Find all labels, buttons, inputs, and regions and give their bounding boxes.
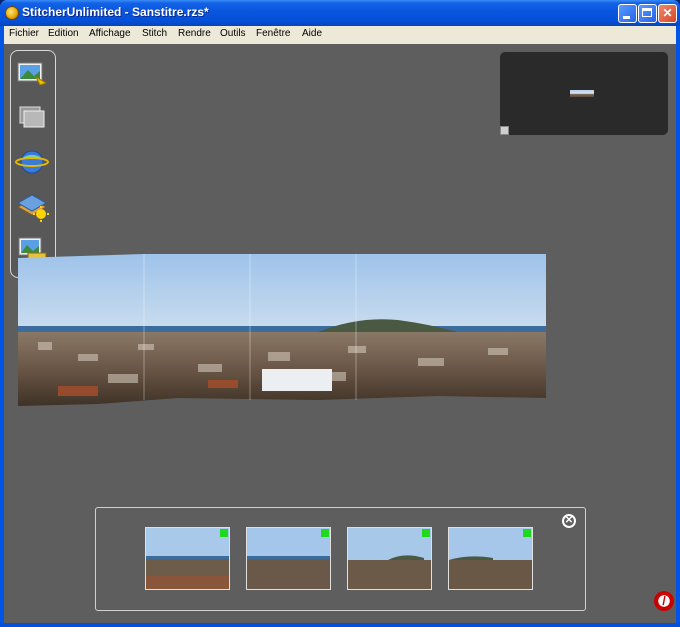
close-button[interactable]: ✕ [658, 4, 677, 23]
thumb-image [146, 528, 229, 589]
window-frame [0, 623, 680, 627]
app-window: StitcherUnlimited - Sanstitre.rzs* ✕ Fic… [0, 0, 680, 627]
panorama-image [18, 254, 546, 406]
source-images-strip: ✕ [95, 507, 586, 611]
layers-sun-icon [16, 194, 49, 222]
menu-aide[interactable]: Aide [302, 28, 322, 39]
thumb-image [449, 528, 532, 589]
add-images-icon [17, 62, 48, 86]
menu-stitch[interactable]: Stitch [142, 28, 167, 39]
thumb-image [247, 528, 330, 589]
stack-button[interactable] [14, 101, 50, 135]
menu-fenetre[interactable]: Fenêtre [256, 28, 290, 39]
source-thumb-2[interactable] [246, 527, 331, 590]
menu-edition[interactable]: Edition [48, 28, 79, 39]
thumb-image [348, 528, 431, 589]
projection-button[interactable] [14, 145, 50, 179]
source-thumb-4[interactable] [448, 527, 533, 590]
maximize-button[interactable] [638, 4, 657, 23]
menu-affichage[interactable]: Affichage [89, 28, 131, 39]
close-icon: ✕ [662, 6, 673, 20]
menu-fichier[interactable]: Fichier [9, 28, 39, 39]
close-strip-icon[interactable]: ✕ [562, 514, 576, 528]
navigator-resize-icon[interactable] [500, 126, 509, 135]
status-ok-icon [523, 529, 531, 537]
stack-icon [19, 106, 45, 128]
navigator-thumbnail[interactable] [570, 90, 594, 97]
globe-icon [15, 150, 49, 174]
menu-bar: Fichier Edition Affichage Stitch Rendre … [4, 26, 676, 44]
no-sync-icon[interactable]: / [654, 591, 674, 611]
app-logo-icon [5, 6, 19, 20]
stitched-panorama[interactable] [18, 254, 546, 410]
status-ok-icon [321, 529, 329, 537]
stitch-workspace[interactable]: ✕ / [4, 44, 676, 623]
navigator-panel[interactable] [500, 52, 668, 135]
status-ok-icon [422, 529, 430, 537]
source-thumb-3[interactable] [347, 527, 432, 590]
title-bar[interactable]: StitcherUnlimited - Sanstitre.rzs* ✕ [0, 0, 680, 26]
tool-palette [10, 50, 56, 278]
bright-building [262, 369, 332, 391]
menu-rendre[interactable]: Rendre [178, 28, 211, 39]
menu-outils[interactable]: Outils [220, 28, 246, 39]
add-images-button[interactable] [14, 57, 50, 91]
maximize-icon [642, 8, 652, 17]
blend-button[interactable] [14, 189, 50, 223]
source-thumb-1[interactable] [145, 527, 230, 590]
status-ok-icon [220, 529, 228, 537]
minimize-button[interactable] [618, 4, 637, 23]
minimize-icon [623, 16, 630, 19]
window-title: StitcherUnlimited - Sanstitre.rzs* [22, 5, 209, 19]
